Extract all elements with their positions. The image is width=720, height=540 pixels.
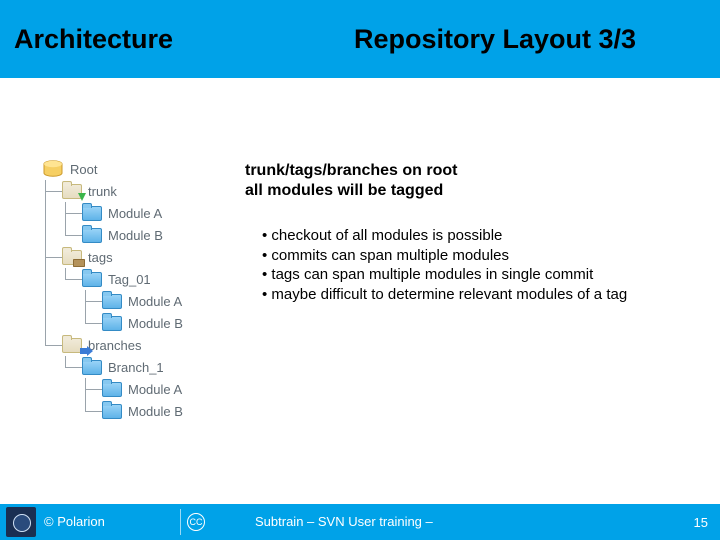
tree-root-row: Root [42,158,183,180]
tree-row: Module A [42,378,183,400]
tree-label: tags [88,250,113,265]
slide-title: Repository Layout 3/3 [354,24,636,55]
tree-row: Branch_1 [42,356,183,378]
copyright-text: © Polarion [44,515,174,529]
polarion-logo-icon [6,507,36,537]
folder-icon [102,316,122,331]
folder-icon [102,382,122,397]
tree-label: branches [88,338,141,353]
slide: Architecture Repository Layout 3/3 Root … [0,0,720,540]
repo-tree: Root trunk Module A Module B [42,158,183,422]
footer-bar: © Polarion CC Subtrain – SVN User traini… [0,504,720,540]
page-number: 15 [694,515,708,530]
tree-row: branches [42,334,183,356]
folder-icon [62,338,82,353]
folder-icon [62,184,82,199]
folder-icon [62,250,82,265]
tree-row: trunk [42,180,183,202]
tree-label: Module B [128,316,183,331]
tree-label: Module B [128,404,183,419]
bullet-list: checkout of all modules is possible comm… [262,226,627,304]
tree-label: trunk [88,184,117,199]
tree-label: Branch_1 [108,360,164,375]
tree-label: Module A [108,206,162,221]
subheading: trunk/tags/branches on root all modules … [245,161,457,201]
copyright-line: © Polarion [44,514,105,529]
subheading-line: trunk/tags/branches on root [245,161,457,181]
footer-divider [180,509,181,535]
bullet-item: maybe difficult to determine relevant mo… [262,285,627,305]
tree-row: Tag_01 [42,268,183,290]
tree-row: Module B [42,400,183,422]
bullet-item: checkout of all modules is possible [262,226,627,246]
tree-row: Module B [42,312,183,334]
database-icon [42,160,64,178]
folder-icon [102,294,122,309]
bullet-item: tags can span multiple modules in single… [262,265,627,285]
header-bar: Architecture Repository Layout 3/3 [0,0,720,78]
tree-row: Module A [42,202,183,224]
tree-label: Module A [128,294,182,309]
tree-label: Tag_01 [108,272,151,287]
folder-icon [82,272,102,287]
tree-label: Module A [128,382,182,397]
folder-icon [82,360,102,375]
bullet-item: commits can span multiple modules [262,246,627,266]
subheading-line: all modules will be tagged [245,181,457,201]
footer-center-line: Subtrain – SVN User training – [255,514,433,529]
folder-icon [82,228,102,243]
tree-label: Module B [108,228,163,243]
section-label: Architecture [14,24,344,55]
tree-label: Root [70,162,97,177]
cc-icon: CC [187,513,205,531]
tree-row: Module A [42,290,183,312]
folder-icon [82,206,102,221]
footer-center-text: Subtrain – SVN User training – [255,515,694,529]
tree-row: tags [42,246,183,268]
folder-icon [102,404,122,419]
tree-row: Module B [42,224,183,246]
